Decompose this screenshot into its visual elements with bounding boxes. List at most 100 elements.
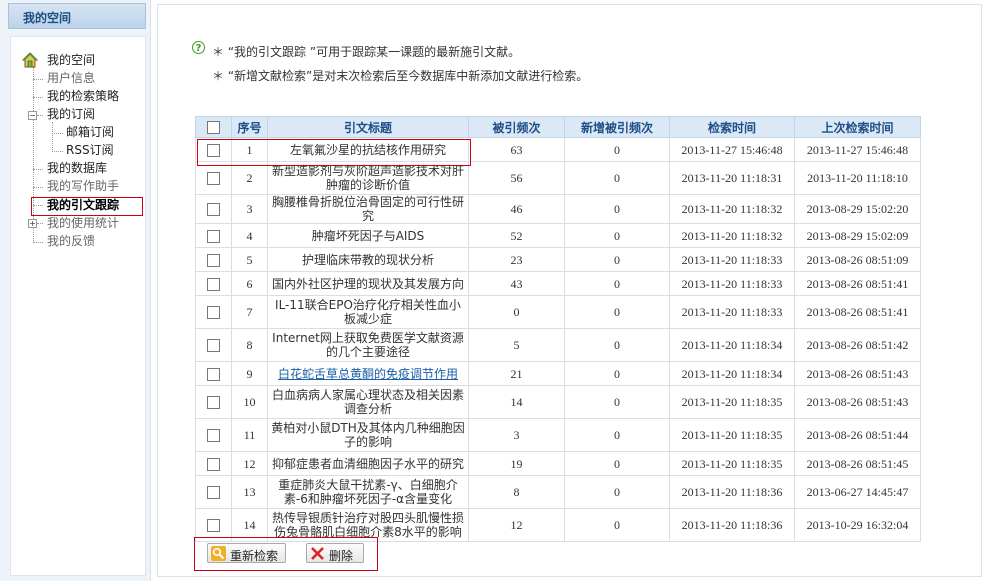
citation-title[interactable]: 白花蛇舌草总黄酮的免疫调节作用	[267, 361, 469, 386]
new-cited-count: 0	[564, 223, 670, 248]
row-selection-highlight	[197, 139, 471, 166]
row-select-cell[interactable]	[195, 418, 232, 452]
row-number: 3	[231, 194, 268, 224]
citation-title[interactable]: 肿瘤坏死因子与AIDS	[267, 223, 469, 248]
new-cited-count: 0	[564, 508, 670, 542]
column-header-cited: 被引频次	[468, 116, 565, 138]
sidebar-item-usage-stats[interactable]: 我的使用统计	[47, 216, 119, 230]
new-cited-count: 0	[564, 451, 670, 476]
citation-title[interactable]: 国内外社区护理的现状及其发展方向	[267, 271, 469, 296]
citation-title[interactable]: Internet网上获取免费医学文献资源的几个主要途径	[267, 328, 469, 362]
sidebar-item-my-database[interactable]: 我的数据库	[47, 161, 107, 175]
table-row: 7 IL-11联合EPO治疗化疗相关性血小板减少症 0 0 2013-11-20 11:…	[195, 295, 921, 329]
search-time: 2013-11-20 11:18:33	[669, 271, 795, 296]
column-header-last-search-time: 上次检索时间	[794, 116, 921, 138]
row-checkbox[interactable]	[207, 203, 220, 216]
row-checkbox[interactable]	[207, 306, 220, 319]
row-checkbox[interactable]	[207, 339, 220, 352]
table-row: 10 白血病病人家属心理状态及相关因素调查分析 14 0 2013-11-20 11:1…	[195, 385, 921, 419]
select-all-header[interactable]	[195, 116, 232, 138]
row-checkbox[interactable]	[207, 277, 220, 291]
new-cited-count: 0	[564, 418, 670, 452]
row-checkbox[interactable]	[207, 253, 220, 267]
table-row: 3 胸腰椎骨折脱位治骨固定的可行性研究 46 0 2013-11-20 11:18:32…	[195, 194, 921, 224]
row-select-cell[interactable]	[195, 247, 232, 272]
search-time: 2013-11-20 11:18:35	[669, 451, 795, 476]
research-button[interactable]: 重新检索	[207, 543, 286, 563]
sidebar-item-search-strategy[interactable]: 我的检索策略	[47, 89, 119, 103]
row-number: 11	[231, 418, 268, 452]
row-number: 4	[231, 223, 268, 248]
row-checkbox[interactable]	[207, 429, 220, 442]
row-checkbox[interactable]	[207, 367, 220, 381]
table-row: 9 白花蛇舌草总黄酮的免疫调节作用 21 0 2013-11-20 11:18:34 20…	[195, 361, 921, 386]
citation-title[interactable]: 胸腰椎骨折脱位治骨固定的可行性研究	[267, 194, 469, 224]
column-header-title: 引文标题	[267, 116, 469, 138]
row-checkbox[interactable]	[207, 486, 220, 499]
row-select-cell[interactable]	[195, 475, 232, 509]
cited-count: 5	[468, 328, 565, 362]
cited-count: 14	[468, 385, 565, 419]
search-time: 2013-11-27 15:46:48	[669, 137, 795, 162]
sidebar-item-rss-subscription[interactable]: RSS订阅	[66, 143, 114, 157]
row-number: 8	[231, 328, 268, 362]
citation-title[interactable]: 抑郁症患者血清细胞因子水平的研究	[267, 451, 469, 476]
row-select-cell[interactable]	[195, 385, 232, 419]
last-search-time: 2013-11-20 11:18:10	[794, 161, 921, 195]
home-icon[interactable]	[21, 52, 39, 68]
citation-title[interactable]: IL-11联合EPO治疗化疗相关性血小板减少症	[267, 295, 469, 329]
sidebar-item-my-space[interactable]: 我的空间	[47, 53, 95, 67]
row-checkbox[interactable]	[207, 519, 220, 532]
table-row: 2 新型造影剂与灰阶超声造影技术对肝肿瘤的诊断价值 56 0 2013-11-20 11…	[195, 161, 921, 195]
select-all-checkbox[interactable]	[207, 121, 220, 134]
sidebar-item-writing-assistant[interactable]: 我的写作助手	[47, 179, 119, 193]
sidebar-selection-highlight	[31, 197, 143, 216]
sidebar-item-user-info[interactable]: 用户信息	[47, 71, 95, 85]
cited-count: 12	[468, 508, 565, 542]
row-checkbox[interactable]	[207, 172, 220, 185]
row-checkbox[interactable]	[207, 396, 220, 409]
citation-title[interactable]: 黄柏对小鼠DTH及其体内几种细胞因子的影响	[267, 418, 469, 452]
last-search-time: 2013-08-26 08:51:43	[794, 361, 921, 386]
search-time: 2013-11-20 11:18:35	[669, 418, 795, 452]
row-checkbox[interactable]	[207, 457, 220, 471]
cited-count: 0	[468, 295, 565, 329]
row-select-cell[interactable]	[195, 271, 232, 296]
citation-title[interactable]: 重症肺炎大鼠干扰素-γ、白细胞介素-6和肿瘤坏死因子-α含量变化	[267, 475, 469, 509]
last-search-time: 2013-10-29 16:32:04	[794, 508, 921, 542]
row-number: 7	[231, 295, 268, 329]
row-select-cell[interactable]	[195, 451, 232, 476]
row-select-cell[interactable]	[195, 194, 232, 224]
last-search-time: 2013-08-26 08:51:41	[794, 271, 921, 296]
sidebar-item-subscriptions[interactable]: 我的订阅	[47, 107, 95, 121]
last-search-time: 2013-06-27 14:45:47	[794, 475, 921, 509]
new-cited-count: 0	[564, 271, 670, 296]
citation-title[interactable]: 白血病病人家属心理状态及相关因素调查分析	[267, 385, 469, 419]
sidebar-item-feedback[interactable]: 我的反馈	[47, 234, 95, 248]
last-search-time: 2013-08-26 08:51:44	[794, 418, 921, 452]
citation-title[interactable]: 新型造影剂与灰阶超声造影技术对肝肿瘤的诊断价值	[267, 161, 469, 195]
citation-title[interactable]: 护理临床带教的现状分析	[267, 247, 469, 272]
delete-button-label: 删除	[329, 549, 354, 563]
column-header-no: 序号	[231, 116, 268, 138]
row-number: 2	[231, 161, 268, 195]
row-select-cell[interactable]	[195, 328, 232, 362]
new-cited-count: 0	[564, 361, 670, 386]
row-select-cell[interactable]	[195, 295, 232, 329]
delete-icon	[310, 546, 325, 561]
table-row: 5 护理临床带教的现状分析 23 0 2013-11-20 11:18:33 2013-0…	[195, 247, 921, 272]
collapse-toggle-subscriptions[interactable]: −	[28, 111, 37, 120]
row-checkbox[interactable]	[207, 229, 220, 243]
table-row: 4 肿瘤坏死因子与AIDS 52 0 2013-11-20 11:18:32 2013-0…	[195, 223, 921, 248]
sidebar-item-email-subscription[interactable]: 邮箱订阅	[66, 125, 114, 139]
search-time: 2013-11-20 11:18:31	[669, 161, 795, 195]
row-select-cell[interactable]	[195, 223, 232, 248]
row-select-cell[interactable]	[195, 361, 232, 386]
delete-button[interactable]: 删除	[306, 543, 364, 563]
row-select-cell[interactable]	[195, 161, 232, 195]
cited-count: 19	[468, 451, 565, 476]
expand-toggle-usage-stats[interactable]: +	[28, 219, 37, 228]
note-citation-tracking: ＊ “我的引文跟踪 ”可用于跟踪某一课题的最新施引文献。	[212, 45, 521, 59]
column-header-new-cited: 新增被引频次	[564, 116, 670, 138]
search-time: 2013-11-20 11:18:36	[669, 475, 795, 509]
